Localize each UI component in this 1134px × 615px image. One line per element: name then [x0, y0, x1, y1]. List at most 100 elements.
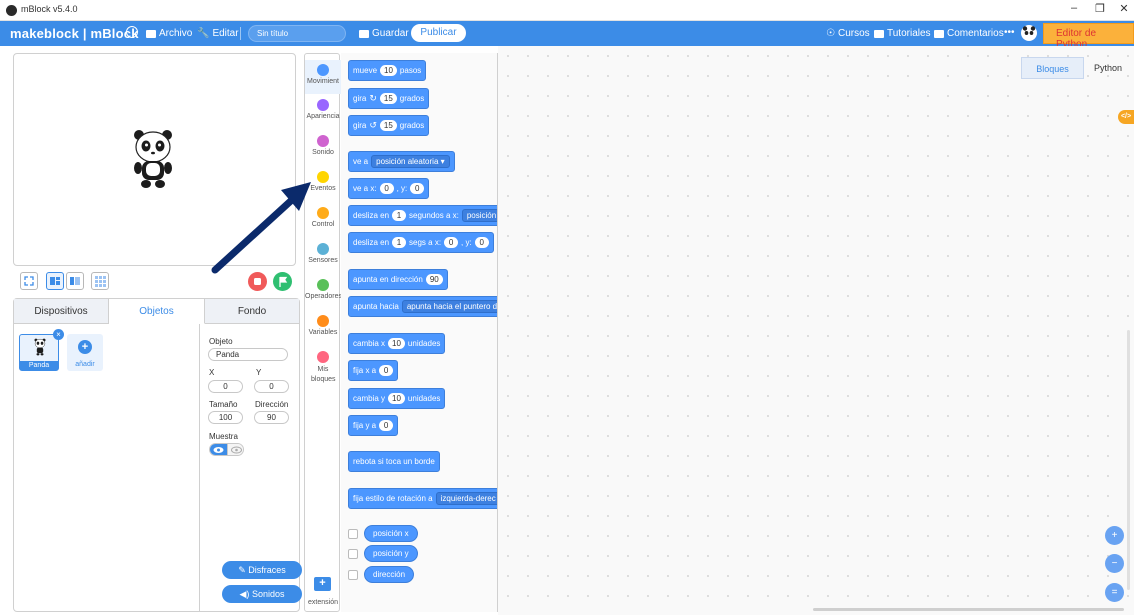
- costumes-button[interactable]: ✎ Disfraces: [222, 561, 302, 579]
- block-input[interactable]: 0: [410, 183, 425, 194]
- block-input[interactable]: 15: [379, 120, 397, 131]
- tab-dispositivos[interactable]: Dispositivos: [14, 299, 109, 324]
- stage-canvas[interactable]: [13, 53, 296, 266]
- category-variables[interactable]: Variables: [305, 315, 341, 349]
- block-cambia-x[interactable]: cambia x 10 unidades: [348, 333, 446, 354]
- block-input[interactable]: 10: [380, 65, 397, 76]
- code-view-icon[interactable]: </>: [1118, 110, 1134, 124]
- close-window-button[interactable]: ✕: [1114, 2, 1134, 15]
- delete-sprite-icon[interactable]: ×: [53, 329, 64, 340]
- green-flag-button[interactable]: [273, 272, 292, 291]
- show-eye-icon[interactable]: [210, 444, 227, 455]
- script-workspace[interactable]: Bloques Python </> + − =: [498, 46, 1134, 615]
- block-input[interactable]: 0: [379, 365, 394, 376]
- x-input[interactable]: 0: [208, 380, 243, 393]
- reporter-direccion[interactable]: dirección: [348, 566, 415, 583]
- y-input[interactable]: 0: [254, 380, 289, 393]
- more-menu-button[interactable]: •••: [1004, 27, 1015, 38]
- sounds-button[interactable]: ◀) Sonidos: [222, 585, 302, 603]
- block-rebota[interactable]: rebota si toca un borde: [348, 451, 440, 472]
- block-mueve[interactable]: mueve 10 pasos: [348, 60, 427, 81]
- monitor-checkbox[interactable]: [348, 528, 358, 539]
- block-apunta-direccion[interactable]: apunta en dirección 90: [348, 269, 448, 290]
- save-button[interactable]: Guardar: [359, 28, 409, 39]
- reporter-posicion-y[interactable]: posición y: [348, 545, 418, 562]
- horizontal-scrollbar[interactable]: [813, 608, 1124, 611]
- block-dropdown[interactable]: izquierda-derec: [435, 492, 497, 505]
- zoom-out-button[interactable]: −: [1105, 554, 1124, 573]
- block-ve-a-xy[interactable]: ve a x: 0 , y: 0: [348, 178, 430, 199]
- category-movimiento[interactable]: Movimient: [305, 60, 341, 94]
- vertical-scrollbar[interactable]: [1127, 330, 1130, 590]
- large-stage-button[interactable]: [66, 272, 84, 290]
- menu-comentarios[interactable]: Comentarios: [934, 28, 1004, 39]
- language-globe-icon[interactable]: [126, 26, 138, 38]
- menu-archivo[interactable]: Archivo: [146, 28, 192, 39]
- block-input[interactable]: 10: [388, 338, 405, 349]
- category-operadores[interactable]: Operadores: [305, 279, 342, 313]
- block-gira-derecha[interactable]: gira ↻ 15 grados: [348, 88, 430, 109]
- reporter-block[interactable]: dirección: [364, 566, 415, 583]
- block-dropdown[interactable]: posición: [461, 209, 497, 222]
- zoom-in-button[interactable]: +: [1105, 526, 1124, 545]
- block-dropdown[interactable]: apunta hacia el puntero d: [401, 300, 497, 313]
- tab-python[interactable]: Python: [1088, 57, 1128, 79]
- block-gira-izquierda[interactable]: gira ↺ 15 grados: [348, 115, 430, 136]
- add-sprite-button[interactable]: + añadir: [67, 334, 103, 371]
- block-estilo-rotacion[interactable]: fija estilo de rotación a izquierda-dere…: [348, 488, 497, 509]
- block-dropdown[interactable]: posición aleatoria ▾: [371, 155, 450, 168]
- reporter-block[interactable]: posición y: [364, 545, 418, 562]
- reporter-posicion-x[interactable]: posición x: [348, 525, 418, 542]
- python-editor-button[interactable]: Editor de Python: [1043, 23, 1134, 50]
- block-input[interactable]: 1: [392, 210, 407, 221]
- zoom-reset-button[interactable]: =: [1105, 583, 1124, 602]
- block-input[interactable]: 90: [425, 274, 443, 285]
- block-desliza-xy[interactable]: desliza en 1 segs a x: 0 , y: 0: [348, 232, 494, 253]
- menu-editar[interactable]: 🔧 Editar: [197, 28, 239, 39]
- fullscreen-button[interactable]: [20, 272, 38, 290]
- small-stage-button[interactable]: [46, 272, 64, 290]
- category-sonido[interactable]: Sonido: [305, 135, 341, 169]
- stop-button[interactable]: [248, 272, 267, 291]
- block-cambia-y[interactable]: cambia y 10 unidades: [348, 388, 446, 409]
- sprite-name-input[interactable]: Panda: [208, 348, 288, 361]
- block-desliza-posicion[interactable]: desliza en 1 segundos a x: posición: [348, 205, 497, 226]
- block-ve-a[interactable]: ve a posición aleatoria ▾: [348, 151, 455, 172]
- publish-button[interactable]: Publicar: [411, 24, 466, 42]
- minimize-button[interactable]: –: [1064, 2, 1084, 14]
- size-input[interactable]: 100: [208, 411, 243, 424]
- category-control[interactable]: Control: [305, 207, 341, 241]
- hide-eye-icon[interactable]: [227, 444, 243, 455]
- block-input[interactable]: 0: [379, 183, 394, 194]
- block-input[interactable]: 15: [379, 93, 397, 104]
- monitor-checkbox[interactable]: [348, 569, 358, 580]
- tab-bloques[interactable]: Bloques: [1021, 57, 1084, 79]
- block-apunta-hacia[interactable]: apunta hacia apunta hacia el puntero d: [348, 296, 497, 317]
- block-input[interactable]: 10: [388, 393, 405, 404]
- grid-view-button[interactable]: [91, 272, 109, 290]
- tab-objetos[interactable]: Objetos: [109, 299, 205, 324]
- category-sensores[interactable]: Sensores: [305, 243, 341, 277]
- small-stage-icon: [50, 277, 60, 285]
- reporter-block[interactable]: posición x: [364, 525, 418, 542]
- block-input[interactable]: 0: [474, 237, 489, 248]
- tab-fondo[interactable]: Fondo: [205, 299, 299, 324]
- menu-tutoriales[interactable]: Tutoriales: [874, 28, 931, 39]
- block-input[interactable]: 0: [379, 420, 394, 431]
- panda-sprite[interactable]: [133, 128, 173, 190]
- sprite-card-panda[interactable]: × Panda: [19, 329, 64, 371]
- category-eventos[interactable]: Eventos: [305, 171, 341, 205]
- block-input[interactable]: 0: [444, 237, 459, 248]
- category-apariencia[interactable]: Apariencia: [305, 99, 341, 133]
- category-mis-bloques[interactable]: Mis bloques: [305, 351, 341, 391]
- user-avatar[interactable]: [1021, 25, 1037, 41]
- block-fija-y[interactable]: fija y a 0: [348, 415, 399, 436]
- maximize-button[interactable]: ❐: [1090, 2, 1110, 15]
- monitor-checkbox[interactable]: [348, 548, 358, 559]
- direction-input[interactable]: 90: [254, 411, 289, 424]
- menu-cursos[interactable]: ☉ Cursos: [826, 28, 870, 39]
- block-input[interactable]: 1: [392, 237, 407, 248]
- project-name-input[interactable]: Sin título: [248, 25, 346, 42]
- block-fija-x[interactable]: fija x a 0: [348, 360, 399, 381]
- add-extension-button[interactable]: +: [314, 577, 331, 591]
